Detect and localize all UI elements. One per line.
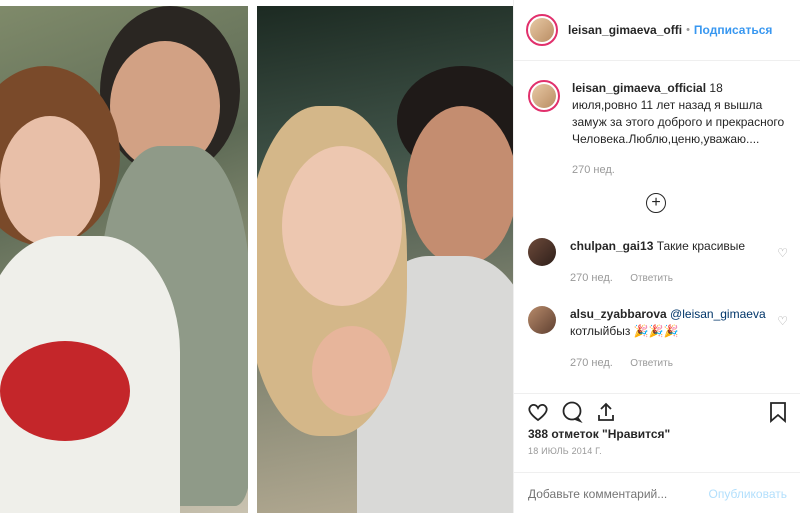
reply-button[interactable]: Ответить [630, 358, 673, 369]
comment-icon[interactable] [560, 400, 584, 424]
caption-time[interactable]: 270 нед. [572, 162, 788, 179]
bride-face [0, 116, 100, 246]
heart-icon[interactable]: ♡ [777, 246, 788, 260]
post-date[interactable]: 18 ИЮЛЬ 2014 Г. [528, 446, 602, 456]
bouquet [0, 341, 130, 441]
heart-icon[interactable]: ♡ [777, 314, 788, 328]
publish-button[interactable]: Опубликовать [709, 487, 787, 501]
comment-item: chulpan_gai13 Такие красивые 270 нед. От… [528, 238, 788, 287]
commenter-avatar[interactable] [528, 238, 556, 266]
caption-avatar[interactable] [528, 80, 560, 112]
post-photo[interactable] [0, 0, 513, 513]
woman-face [282, 146, 402, 306]
wedding-photo-left [0, 6, 248, 513]
author-username[interactable]: leisan_gimaeva_offi [568, 23, 682, 37]
action-bar [514, 393, 800, 424]
commenter-username[interactable]: chulpan_gai13 [570, 239, 653, 253]
comment-item: alsu_zyabbarova @leisan_gimaeva котлыйбы… [528, 306, 788, 372]
header-separator: • [686, 24, 690, 36]
commenter-avatar[interactable] [528, 306, 556, 334]
likes-count[interactable]: 388 отметок "Нравится" [528, 427, 670, 441]
post-header: leisan_gimaeva_offi • Подписаться [514, 0, 800, 61]
comment-text: котлыйбыз 🎉🎉🎉 [570, 324, 679, 338]
comment-text: Такие красивые [653, 239, 746, 253]
man-face [407, 106, 513, 266]
mention-link[interactable]: @leisan_gimaeva [667, 307, 766, 321]
plus-circle-icon: + [651, 194, 661, 211]
commenter-username[interactable]: alsu_zyabbarova [570, 307, 667, 321]
add-comment-row: Опубликовать [514, 472, 800, 514]
caption: leisan_gimaeva_official 18 июля,ровно 11… [528, 80, 788, 179]
reply-button[interactable]: Ответить [630, 273, 673, 284]
bookmark-icon[interactable] [767, 400, 789, 424]
woman-hand [312, 326, 392, 416]
follow-button[interactable]: Подписаться [694, 23, 772, 37]
post-sidebar: leisan_gimaeva_offi • Подписаться leisan… [513, 0, 800, 513]
share-icon[interactable] [594, 400, 618, 424]
comment-time[interactable]: 270 нед. [570, 272, 613, 284]
load-more-button[interactable]: + [646, 193, 666, 213]
author-avatar[interactable] [526, 14, 558, 46]
couple-photo-right [257, 6, 513, 513]
comment-input[interactable] [526, 485, 700, 502]
heart-icon[interactable] [526, 400, 550, 424]
caption-username[interactable]: leisan_gimaeva_official [572, 81, 706, 95]
comment-time[interactable]: 270 нед. [570, 357, 613, 369]
